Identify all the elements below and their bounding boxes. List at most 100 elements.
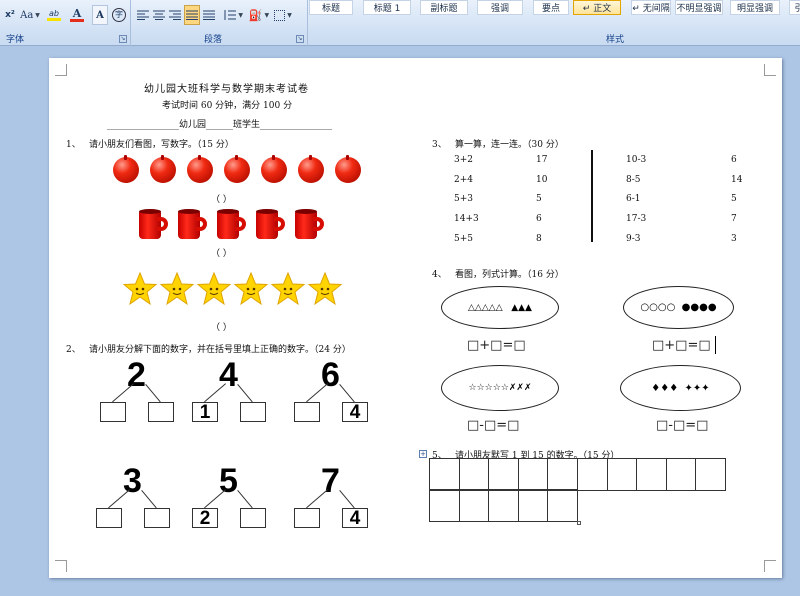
grid-cell[interactable] [458,458,490,491]
grid-cell[interactable] [636,458,667,491]
superscript-label: x² [5,10,15,20]
style-tile[interactable]: 副标题 [420,0,468,15]
grid-cell[interactable] [458,489,490,522]
picture-ellipse: ♦♦♦ ✦✦✦ [620,365,741,411]
align-right-button[interactable] [168,5,182,25]
cup-image [256,209,286,241]
grid-cell[interactable] [429,458,460,491]
font-group: x² Aa ▼ ab A A 字 字体 ↘ [0,0,131,46]
answer: 5 [536,194,542,205]
right-answer-box[interactable] [240,508,266,528]
font-group-label: 字体 [6,35,25,45]
justify-button[interactable] [184,5,200,25]
ribbon: x² Aa ▼ ab A A 字 字体 ↘ ▼ ⛽ ▼ ▼ 段落 ↘ 标题 标题… [0,0,800,46]
chevron-down-icon: ▼ [287,11,292,19]
style-tile[interactable]: 不明显强调 [675,0,723,15]
star-image [159,272,195,306]
grid-cell[interactable] [665,458,697,491]
crop-mark [55,64,67,76]
style-tile[interactable]: ↵ 正文 [573,0,621,15]
equation-blank[interactable]: □+□=□ [467,338,526,353]
expression: 5+3 [454,194,473,205]
styles-group-label: 样式 [606,35,625,45]
expression: 17-3 [626,214,647,225]
branch-line [339,384,355,403]
character-shading-button[interactable]: A [92,5,108,25]
paint-bucket-icon: ⛽ [248,8,263,22]
answer: 10 [536,174,548,185]
grid-cell[interactable] [606,458,638,491]
style-tile[interactable]: 标题 [309,0,353,15]
font-color-bar [70,18,84,22]
left-answer-box[interactable] [96,508,122,528]
document-page[interactable]: 幼儿园大班科学与数学期末考试卷 考试时间 60 分钟，满分 100 分 ____… [49,58,782,578]
grid-cell[interactable] [547,458,578,491]
answer: 5 [731,194,737,205]
chevron-down-icon: ▼ [264,11,270,19]
font-color-button[interactable]: A [66,5,88,25]
equation-blank[interactable]: □+□=□ [652,338,711,353]
right-answer-box[interactable] [144,508,170,528]
text-highlight-button[interactable]: ab [43,5,65,25]
q4-text: 看图，列式计算。（16 分） [455,270,564,280]
borders-button[interactable]: ▼ [272,5,294,25]
grid-cell[interactable] [517,458,549,491]
right-answer-box[interactable]: 4 [342,508,368,528]
align-left-button[interactable] [136,5,150,25]
font-dialog-launcher-icon[interactable]: ↘ [119,35,127,43]
table-move-handle-icon[interactable]: + [419,450,427,458]
style-tile[interactable]: 要点 [533,0,569,15]
writing-grid-top[interactable] [429,458,726,491]
branch-line [141,490,157,509]
style-tile[interactable]: 强调 [477,0,523,15]
q1-answer-paren: （ ） [211,195,232,205]
writing-grid-bottom[interactable] [429,489,578,522]
line-spacing-button[interactable]: ▼ [222,5,244,25]
left-answer-box[interactable] [294,508,320,528]
style-tile[interactable]: 标题 1 [363,0,411,15]
enclose-characters-button[interactable]: 字 [110,5,128,25]
q2-text: 请小朋友分解下面的数字，并在括号里填上正确的数字。（24 分） [89,345,351,355]
q3-number: 3、 [432,140,447,150]
distributed-button[interactable] [202,5,216,25]
grid-cell[interactable] [488,489,519,522]
left-answer-box[interactable] [100,402,126,422]
style-tile[interactable]: ↵ 无间隔 [631,0,671,15]
right-answer-box[interactable] [240,402,266,422]
text-cursor [715,336,716,354]
align-center-icon [153,10,165,20]
left-answer-box[interactable]: 1 [192,402,218,422]
expression: 3+2 [454,155,473,165]
grid-cell[interactable] [695,458,726,491]
superscript-button[interactable]: x² [2,5,18,25]
ellipse-content: ☆☆☆☆☆✗✗✗ [468,383,532,393]
right-answer-box[interactable] [148,402,174,422]
expression: 10-3 [626,155,647,165]
equation-blank[interactable]: □-□=□ [467,418,519,433]
left-answer-box[interactable] [294,402,320,422]
grid-cell[interactable] [517,489,549,522]
picture-ellipse: △△△△△ ▲▲▲ [441,286,559,329]
q1-text: 请小朋友们看图，写数字。（15 分） [89,140,234,150]
table-resize-handle[interactable] [577,521,581,525]
cup-image [217,209,247,241]
star-image [122,272,158,306]
style-tile[interactable]: 引 [789,0,800,15]
style-tile[interactable]: 明显强调 [730,0,780,15]
grid-cell[interactable] [547,489,578,522]
left-answer-box[interactable]: 2 [192,508,218,528]
paragraph-dialog-launcher-icon[interactable]: ↘ [296,35,304,43]
align-center-button[interactable] [152,5,166,25]
equation-blank[interactable]: □-□=□ [656,418,708,433]
grid-cell[interactable] [488,458,519,491]
star-image [270,272,306,306]
grid-cell[interactable] [576,458,608,491]
right-answer-box[interactable]: 4 [342,402,368,422]
expression: 5+5 [454,233,473,244]
answer: 3 [731,233,737,244]
grid-cell[interactable] [429,489,460,522]
ellipse-content: △△△△△ ▲▲▲ [468,302,532,313]
shading-button[interactable]: ⛽ ▼ [248,5,270,25]
answer: 7 [731,214,737,225]
change-case-button[interactable]: Aa ▼ [19,5,41,25]
